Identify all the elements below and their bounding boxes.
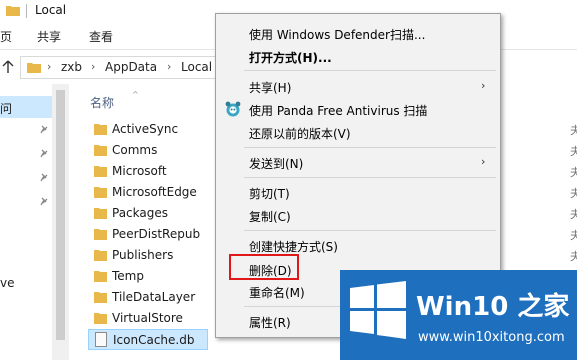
menu-item-open-with[interactable]: 打开方式(H)...: [216, 45, 500, 67]
tab-share[interactable]: 共享: [37, 28, 61, 45]
menu-item-create-shortcut[interactable]: 创建快捷方式(S): [216, 234, 500, 256]
pin-icon[interactable]: [39, 149, 49, 159]
breadcrumb-item[interactable]: AppData: [105, 60, 157, 74]
title-divider: [26, 4, 27, 18]
menu-item-label: 使用 Panda Free Antivirus 扫描: [249, 104, 428, 118]
menu-item-defender-scan[interactable]: 使用 Windows Defender扫描...: [216, 22, 500, 44]
windows-logo-icon: [350, 281, 406, 339]
nav-scrollbar[interactable]: [52, 84, 69, 360]
menu-separator: [244, 230, 496, 231]
pin-icon[interactable]: [39, 125, 49, 135]
folder-icon: [94, 124, 107, 135]
list-item-selected[interactable]: IconCache.db: [88, 329, 208, 350]
menu-item-cut[interactable]: 剪切(T): [216, 181, 500, 203]
menu-item-send-to[interactable]: 发送到(N) ›: [216, 151, 500, 173]
up-arrow-icon[interactable]: [2, 60, 14, 74]
folder-icon: [94, 187, 107, 198]
file-name: VirtualStore: [112, 311, 183, 325]
tab-home[interactable]: 页: [0, 28, 12, 45]
folder-icon: [94, 208, 107, 219]
folder-icon: [27, 63, 41, 73]
folder-icon: [94, 271, 107, 282]
folder-icon: [94, 166, 107, 177]
pin-icon[interactable]: [39, 197, 49, 207]
date-fragment: 夫: [570, 187, 577, 200]
breadcrumb-separator-icon: ›: [91, 60, 96, 73]
file-name: PeerDistRepub: [112, 227, 201, 241]
folder-icon: [94, 145, 107, 156]
date-fragment: 夫: [570, 166, 577, 179]
watermark-brand: Win10 之家: [416, 292, 570, 322]
menu-item-label: 属性(R): [249, 316, 291, 330]
file-name: TileDataLayer: [112, 290, 196, 304]
highlight-box: [229, 254, 299, 280]
menu-item-copy[interactable]: 复制(C): [216, 204, 500, 226]
menu-item-label: 复制(C): [249, 210, 291, 224]
column-header-name[interactable]: 名称: [90, 94, 114, 111]
file-name: IconCache.db: [113, 333, 195, 347]
menu-item-label: 剪切(T): [249, 187, 290, 201]
menu-item-panda-scan[interactable]: 使用 Panda Free Antivirus 扫描: [216, 98, 500, 120]
menu-item-label: 还原以前的版本(V): [249, 127, 351, 141]
sort-caret-icon: ^: [132, 90, 139, 99]
tab-view[interactable]: 查看: [89, 28, 113, 45]
menu-separator: [244, 70, 496, 71]
menu-item-label: 打开方式(H)...: [249, 51, 332, 65]
panda-icon: [225, 101, 241, 117]
nav-item-label[interactable]: ve: [0, 276, 14, 290]
nav-item-selected[interactable]: 问: [0, 96, 52, 118]
menu-item-restore-versions[interactable]: 还原以前的版本(V): [216, 121, 500, 143]
watermark-site: www.win10xitong.com: [418, 330, 565, 345]
breadcrumb-item[interactable]: zxb: [61, 60, 82, 74]
folder-icon: [94, 250, 107, 261]
date-fragment: 夫: [570, 229, 577, 242]
file-name: MicrosoftEdge: [112, 185, 197, 199]
menu-item-share[interactable]: 共享(H) ›: [216, 75, 500, 97]
file-name: Comms: [112, 143, 158, 157]
date-fragment: 夫: [570, 145, 577, 158]
watermark: Win10 之家 www.win10xitong.com: [340, 270, 577, 360]
address-bar[interactable]: › zxb › AppData › Local: [20, 56, 220, 79]
menu-separator: [244, 147, 496, 148]
window-title: Local: [35, 3, 67, 17]
breadcrumb-separator-icon: ›: [47, 60, 52, 73]
file-name: Temp: [112, 269, 144, 283]
menu-item-label: 重命名(M): [249, 286, 305, 300]
folder-icon: [94, 313, 107, 324]
date-fragment: 夫: [570, 124, 577, 137]
file-name: Publishers: [112, 248, 174, 262]
menu-separator: [244, 177, 496, 178]
date-fragment: 夫: [570, 250, 577, 263]
menu-item-label: 使用 Windows Defender扫描...: [249, 28, 426, 42]
nav-item-label: 问: [0, 102, 13, 116]
pin-icon[interactable]: [39, 173, 49, 183]
submenu-arrow-icon: ›: [481, 79, 486, 92]
file-name: Packages: [112, 206, 168, 220]
scrollbar-thumb[interactable]: [56, 90, 65, 340]
folder-icon: [94, 292, 107, 303]
file-icon: [95, 332, 107, 347]
file-name: ActiveSync: [112, 122, 179, 136]
submenu-arrow-icon: ›: [481, 155, 486, 168]
date-fragment: 夫: [570, 208, 577, 221]
menu-item-label: 创建快捷方式(S): [249, 240, 338, 254]
file-name: Microsoft: [112, 164, 167, 178]
folder-icon: [6, 6, 20, 16]
breadcrumb-item[interactable]: Local: [181, 60, 212, 74]
folder-icon: [94, 229, 107, 240]
menu-item-label: 发送到(N): [249, 157, 304, 171]
menu-item-label: 共享(H): [249, 81, 292, 95]
breadcrumb-separator-icon: ›: [167, 60, 172, 73]
